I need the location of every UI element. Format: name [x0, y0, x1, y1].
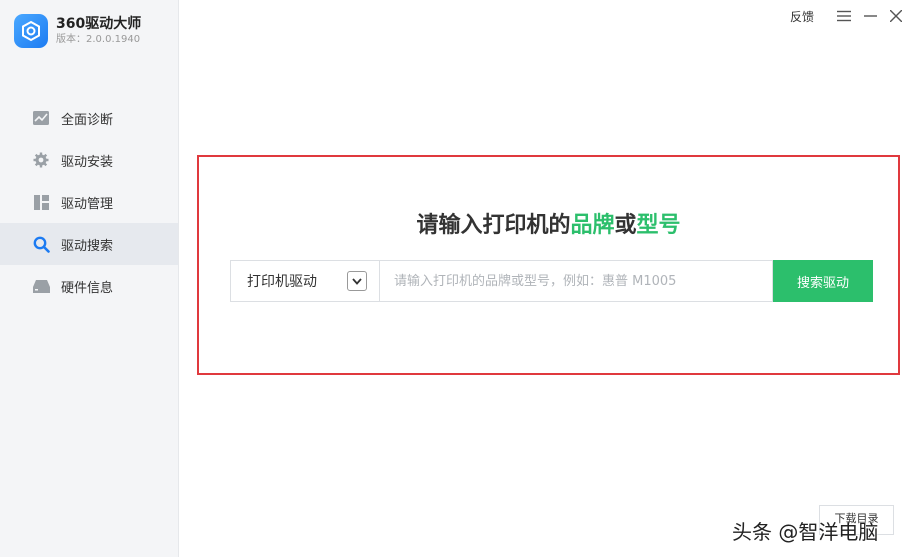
- sidebar-item-label: 硬件信息: [61, 280, 114, 296]
- search-driver-button[interactable]: 搜索驱动: [773, 260, 873, 302]
- version-number: 2.0.0.1940: [86, 34, 141, 45]
- version-label: 版本：: [56, 34, 86, 45]
- sidebar-item-search[interactable]: 驱动搜索: [0, 223, 178, 265]
- sidebar-item-label: 驱动搜索: [61, 238, 114, 254]
- sidebar-nav: 全面诊断 驱动安装 驱动管理 驱动搜索 硬件信息: [0, 97, 178, 307]
- headline-or: 或: [614, 212, 637, 238]
- app-logo-icon: [14, 14, 48, 48]
- sidebar-item-diagnosis[interactable]: 全面诊断: [0, 97, 178, 139]
- watermark: 头条 @智洋电脑: [732, 520, 879, 544]
- headline-prefix: 请输入打印机的: [416, 212, 571, 238]
- sidebar-item-label: 驱动安装: [61, 154, 114, 170]
- sidebar-item-label: 全面诊断: [61, 112, 114, 128]
- chevron-down-icon[interactable]: [347, 271, 367, 291]
- hard-drive-icon: [32, 277, 50, 295]
- sidebar-item-label: 驱动管理: [61, 196, 114, 212]
- search-panel: 请输入打印机的品牌或型号 打印机驱动 搜索驱动: [197, 155, 900, 375]
- close-icon[interactable]: [886, 6, 906, 26]
- sidebar-item-install[interactable]: 驱动安装: [0, 139, 178, 181]
- gear-icon: [32, 151, 50, 169]
- title-bar: 反馈: [179, 0, 916, 30]
- sidebar-item-manage[interactable]: 驱动管理: [0, 181, 178, 223]
- search-headline: 请输入打印机的品牌或型号: [199, 207, 898, 239]
- category-select[interactable]: 打印机驱动: [230, 260, 380, 302]
- headline-model: 型号: [636, 212, 681, 238]
- headline-brand: 品牌: [570, 212, 615, 238]
- search-row: 打印机驱动 搜索驱动: [230, 260, 873, 302]
- chart-icon: [32, 109, 50, 127]
- search-icon: [32, 235, 50, 253]
- sidebar-item-hardware[interactable]: 硬件信息: [0, 265, 178, 307]
- feedback-link[interactable]: 反馈: [790, 8, 814, 25]
- hamburger-icon[interactable]: [834, 6, 854, 26]
- category-selected-value: 打印机驱动: [247, 274, 317, 290]
- version-row: 版本：2.0.0.1940: [56, 33, 141, 47]
- app-title: 360驱动大师: [56, 16, 142, 32]
- search-input[interactable]: [380, 260, 773, 302]
- grid-icon: [32, 193, 50, 211]
- brand: 360驱动大师 版本：2.0.0.1940: [14, 14, 141, 48]
- minimize-icon[interactable]: [860, 6, 880, 26]
- sidebar: 360驱动大师 版本：2.0.0.1940 全面诊断 驱动安装 驱动管理 驱动搜…: [0, 0, 179, 557]
